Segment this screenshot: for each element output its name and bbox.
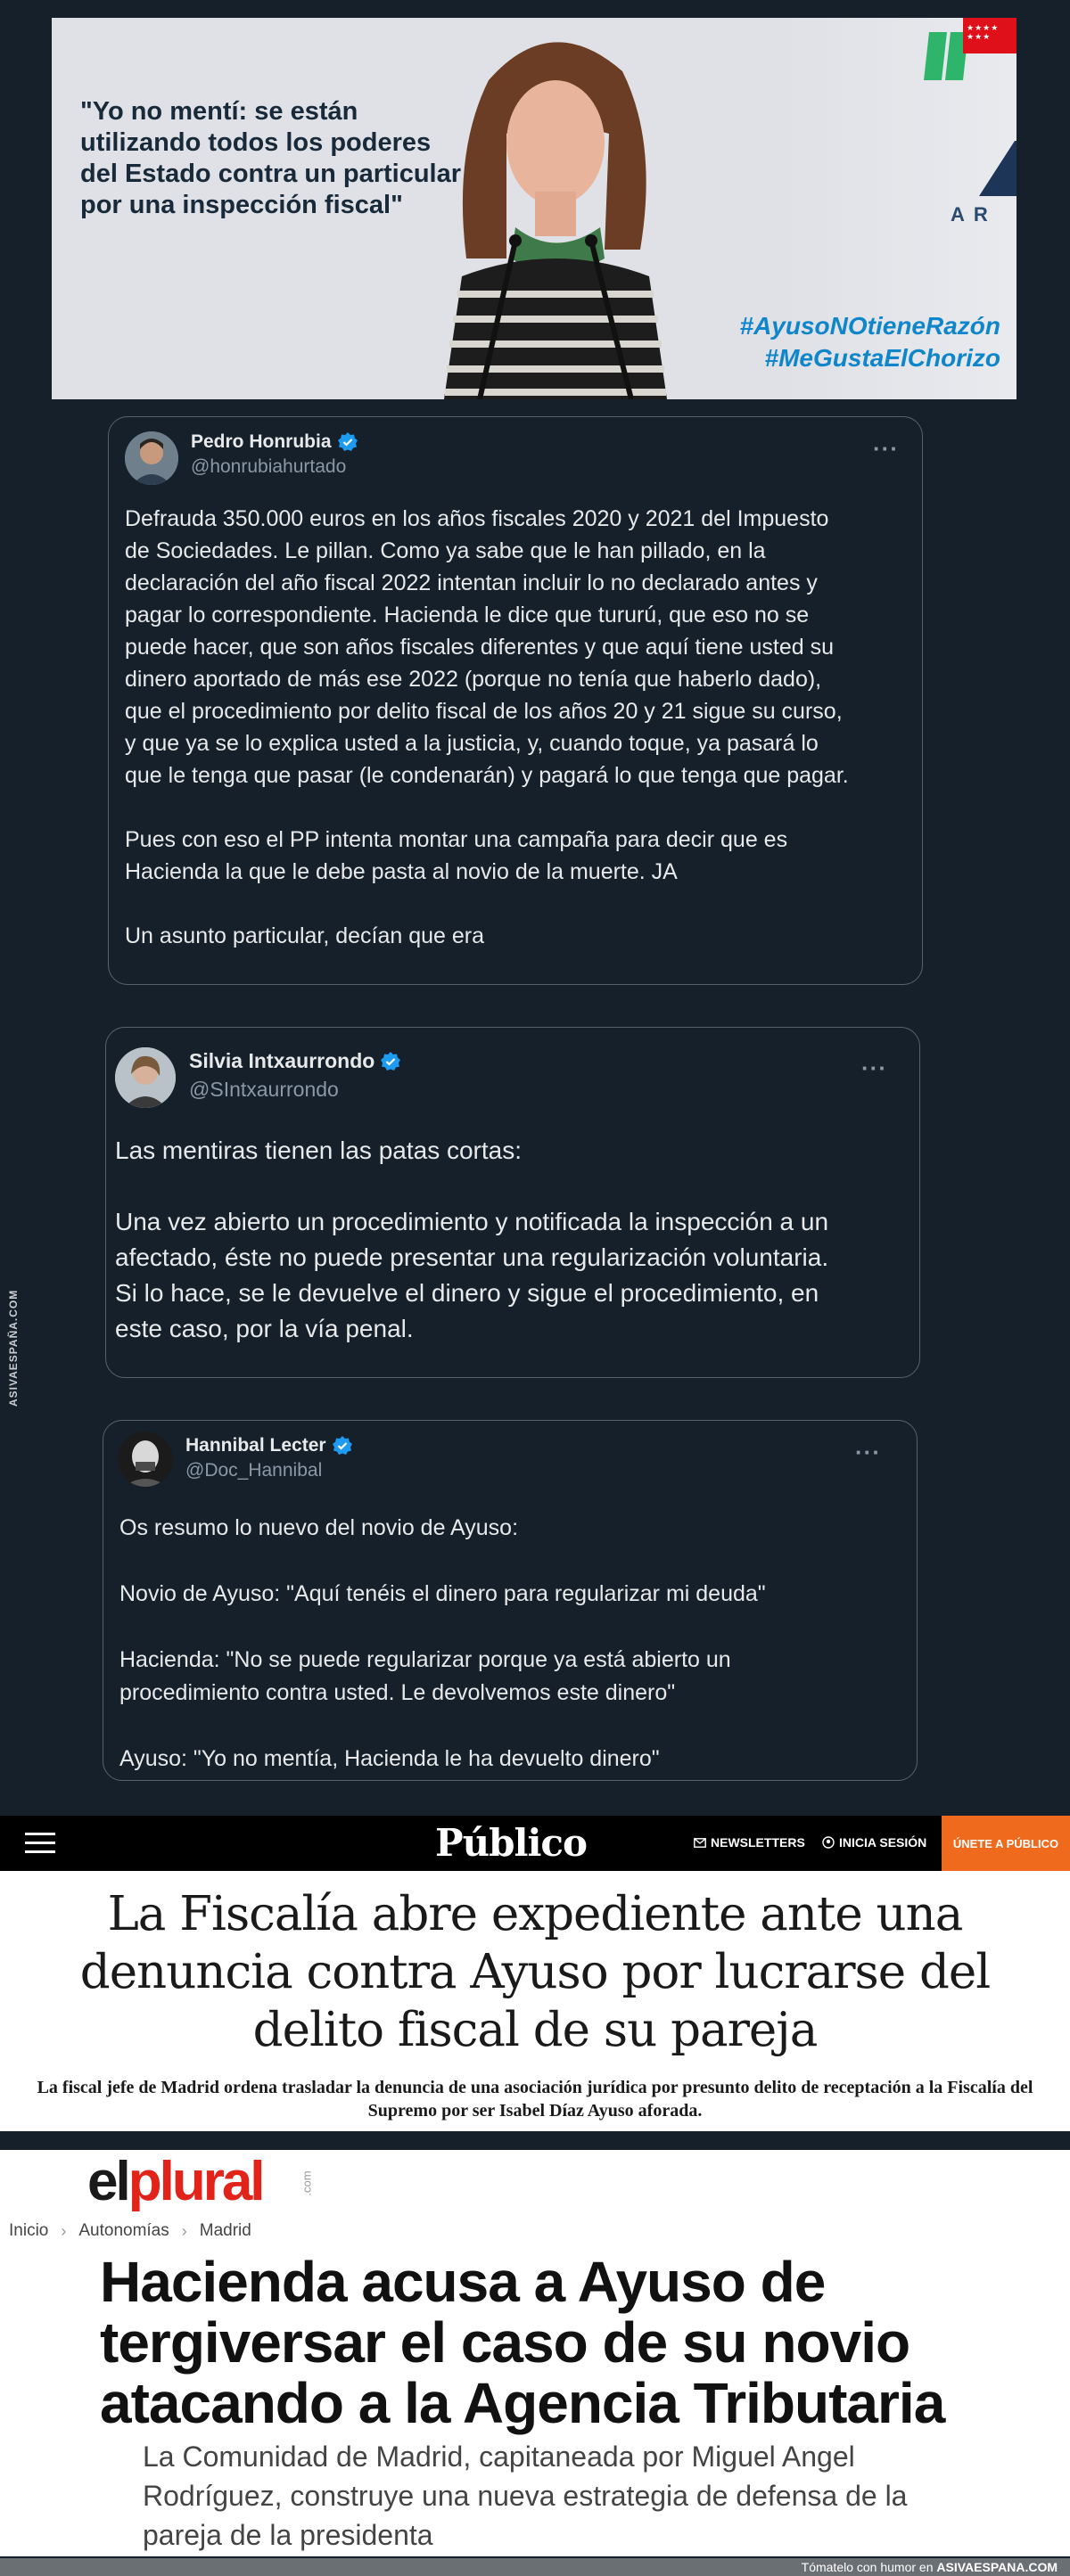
tweet-text: Defrauda 350.000 euros en los años fisca… xyxy=(125,506,849,948)
hashtag-2: #MeGustaElChorizo xyxy=(764,344,1000,372)
publico-subheadline: La fiscal jefe de Madrid ordena traslada… xyxy=(37,2078,1033,2121)
publico-article-header: Público NEWSLETTERS INICIA SESIÓN ÚNETE … xyxy=(0,1816,1070,2131)
tweet-card[interactable]: Silvia Intxaurrondo @SIntxaurrondo ··· L… xyxy=(105,1027,920,1378)
more-options-icon[interactable]: ··· xyxy=(861,1054,887,1082)
elplural-logo[interactable]: elplural .com xyxy=(87,2150,314,2213)
footer-site[interactable]: ASIVAESPANA.COM xyxy=(936,2560,1058,2574)
verified-badge-icon xyxy=(381,1051,401,1071)
author-name[interactable]: Hannibal Lecter xyxy=(185,1435,326,1456)
chevron-right-icon: › xyxy=(181,2221,187,2240)
join-button[interactable]: ÚNETE A PÚBLICO xyxy=(942,1816,1070,1871)
chevron-right-icon: › xyxy=(61,2221,67,2240)
newsletters-label: NEWSLETTERS xyxy=(711,1835,805,1850)
hamburger-menu-icon[interactable] xyxy=(25,1833,55,1854)
tweet-text: Las mentiras tienen las patas cortas: Un… xyxy=(115,1136,829,1342)
avatar-image-icon xyxy=(115,1047,176,1108)
author-name[interactable]: Silvia Intxaurrondo xyxy=(189,1049,374,1073)
author-handle[interactable]: @SIntxaurrondo xyxy=(189,1078,339,1102)
avatar[interactable] xyxy=(125,431,178,485)
breadcrumb: Inicio › Autonomías › Madrid xyxy=(9,2221,251,2241)
newsletters-link[interactable]: NEWSLETTERS xyxy=(694,1835,805,1850)
banner-wordmark: AR xyxy=(951,203,997,226)
logo-plural: plural xyxy=(128,2151,266,2212)
envelope-icon xyxy=(694,1837,706,1848)
hashtag-1: #AyusoNOtieneRazón xyxy=(739,312,1001,340)
verified-badge-icon xyxy=(332,1436,352,1455)
video-banner: "Yo no mentí: se están utilizando todos … xyxy=(52,18,1017,399)
footer-lead: Tómatelo con humor en xyxy=(801,2560,934,2574)
side-watermark: ASIVAESPAÑA.COM xyxy=(7,1228,21,1407)
author-name[interactable]: Pedro Honrubia xyxy=(191,431,332,453)
breadcrumb-autonomias[interactable]: Autonomías xyxy=(78,2221,169,2241)
author-handle[interactable]: @Doc_Hannibal xyxy=(185,1460,322,1481)
logo-com: .com xyxy=(300,2170,314,2196)
verified-badge-icon xyxy=(337,432,358,451)
banner-arch-icon xyxy=(979,141,1017,196)
banner-hashtags: #AyusoNOtieneRazón #MeGustaElChorizo xyxy=(740,310,1001,374)
elplural-headline[interactable]: Hacienda acusa a Ayuso de tergiversar el… xyxy=(100,2252,1063,2433)
comunidad-madrid-logo-icon xyxy=(924,32,968,80)
publico-headline[interactable]: La Fiscalía abre expediente ante una den… xyxy=(27,1885,1043,2059)
publico-logo[interactable]: Público xyxy=(435,1821,588,1865)
avatar-image-icon xyxy=(125,431,178,485)
avatar[interactable] xyxy=(115,1047,176,1108)
footer-watermark: Tómatelo con humor en ASIVAESPANA.COM xyxy=(0,2558,1070,2576)
madrid-flag-icon: ★★★★ ★★★ xyxy=(963,18,1017,53)
author-row: Silvia Intxaurrondo xyxy=(189,1049,401,1073)
breadcrumb-home[interactable]: Inicio xyxy=(9,2221,48,2241)
elplural-subheadline: La Comunidad de Madrid, capitaneada por … xyxy=(143,2441,908,2551)
user-circle-icon xyxy=(822,1836,835,1849)
author-row: Pedro Honrubia xyxy=(191,431,358,453)
more-options-icon[interactable]: ··· xyxy=(873,435,899,463)
avatar-image-icon xyxy=(118,1432,173,1487)
more-options-icon[interactable]: ··· xyxy=(855,1439,881,1466)
login-label: INICIA SESIÓN xyxy=(839,1835,927,1850)
author-row: Hannibal Lecter xyxy=(185,1435,353,1456)
tweet-card[interactable]: Pedro Honrubia @honrubiahurtado ··· Defr… xyxy=(108,416,923,985)
author-handle[interactable]: @honrubiahurtado xyxy=(191,456,346,478)
speaker-illustration xyxy=(444,42,667,399)
elplural-article-header: elplural .com Inicio › Autonomías › Madr… xyxy=(0,2150,1070,2556)
avatar[interactable] xyxy=(118,1432,173,1487)
breadcrumb-madrid[interactable]: Madrid xyxy=(200,2221,251,2241)
login-link[interactable]: INICIA SESIÓN xyxy=(822,1835,926,1850)
publico-navbar: Público NEWSLETTERS INICIA SESIÓN ÚNETE … xyxy=(0,1816,1070,1871)
logo-el: el xyxy=(87,2151,131,2212)
tweet-text: Os resumo lo nuevo del novio de Ayuso: N… xyxy=(119,1515,766,1771)
tweet-card[interactable]: Hannibal Lecter @Doc_Hannibal ··· Os res… xyxy=(103,1420,918,1781)
side-watermark-text: ASIVAESPAÑA.COM xyxy=(7,1289,20,1407)
